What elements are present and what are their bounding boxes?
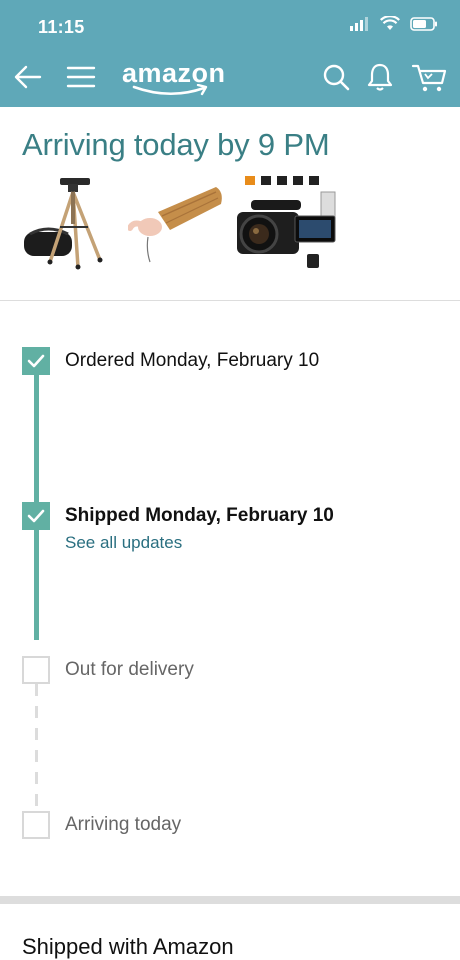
step-shipped-label: Shipped Monday, February 10: [65, 505, 334, 526]
arriving-today-check: [22, 811, 50, 839]
signal-icon: [350, 16, 368, 31]
checkmark-icon: [27, 509, 45, 523]
status-time: 11:15: [38, 17, 85, 37]
app-header: 11:15 amazon: [0, 0, 460, 107]
timeline-line-pending: [35, 684, 38, 812]
product-thumbnails[interactable]: [20, 172, 350, 272]
back-arrow-icon[interactable]: [14, 62, 42, 92]
ordered-check: [22, 347, 50, 375]
tripod-image[interactable]: [20, 172, 120, 272]
timeline-line-completed: [34, 374, 39, 514]
checkmark-icon: [27, 354, 45, 368]
wooden-paddle-image[interactable]: [128, 182, 228, 267]
section-separator: [0, 896, 460, 904]
battery-icon: [410, 16, 437, 31]
step-out-for-delivery-label: Out for delivery: [65, 659, 194, 680]
menu-icon[interactable]: [66, 62, 96, 92]
section-divider: [0, 300, 460, 301]
timeline-line-shipped: [34, 528, 39, 640]
shipped-with-heading: Shipped with Amazon: [22, 934, 234, 959]
navbar: amazon: [0, 58, 460, 98]
bell-icon[interactable]: [366, 62, 394, 92]
step-arriving-today-label: Arriving today: [65, 814, 182, 835]
camcorder-image[interactable]: [235, 174, 350, 269]
wifi-icon: [380, 16, 400, 30]
cart-icon[interactable]: [411, 62, 447, 94]
search-icon[interactable]: [322, 62, 350, 92]
amazon-smile-icon: [132, 84, 208, 96]
out-for-delivery-check: [22, 656, 50, 684]
delivery-title: Arriving today by 9 PM: [22, 127, 330, 162]
step-ordered-label: Ordered Monday, February 10: [65, 350, 320, 371]
see-all-updates-link[interactable]: See all updates: [65, 533, 182, 553]
shipped-check: [22, 502, 50, 530]
status-icons: [350, 16, 438, 31]
